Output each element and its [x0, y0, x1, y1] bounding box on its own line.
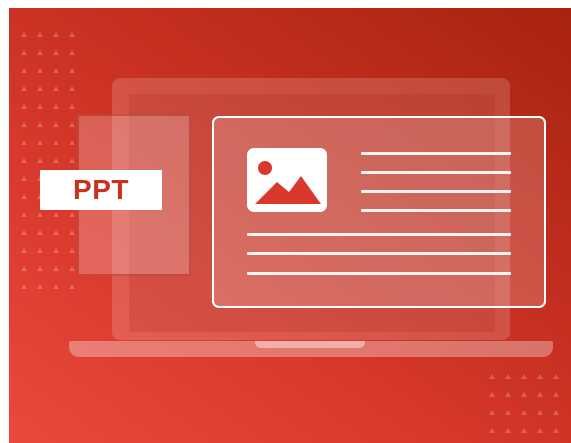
dot-mark — [69, 212, 75, 217]
text-line — [247, 272, 511, 275]
dot-mark — [69, 122, 75, 127]
dot-mark — [53, 248, 59, 253]
dot-mark — [489, 392, 495, 397]
dot-mark — [37, 266, 43, 271]
dot-mark — [537, 374, 543, 379]
dot-mark — [53, 230, 59, 235]
dot-mark — [53, 158, 59, 163]
text-line — [361, 171, 511, 174]
dot-mark — [69, 104, 75, 109]
dot-mark — [21, 68, 27, 73]
dot-mark — [505, 392, 511, 397]
dot-mark — [21, 176, 27, 181]
dot-mark — [53, 122, 59, 127]
dot-mark — [69, 86, 75, 91]
dot-mark — [53, 266, 59, 271]
dot-mark — [489, 374, 495, 379]
dot-mark — [69, 158, 75, 163]
dot-mark — [489, 410, 495, 415]
image-icon-graphic — [255, 161, 321, 204]
dot-mark — [21, 194, 27, 199]
dot-mark — [505, 410, 511, 415]
dot-mark — [37, 248, 43, 253]
document-card — [212, 116, 546, 308]
dot-mark — [553, 374, 559, 379]
dot-mark — [69, 248, 75, 253]
dot-mark — [69, 230, 75, 235]
dot-mark — [21, 50, 27, 55]
dot-mark — [69, 284, 75, 289]
dot-mark — [21, 212, 27, 217]
dot-mark — [21, 284, 27, 289]
dot-mark — [53, 140, 59, 145]
image-icon — [247, 148, 327, 212]
text-line — [247, 233, 511, 236]
dot-mark — [53, 50, 59, 55]
dot-mark — [53, 104, 59, 109]
dot-mark — [37, 212, 43, 217]
dot-mark — [521, 428, 527, 433]
dot-mark — [69, 266, 75, 271]
dot-mark — [37, 86, 43, 91]
image-icon-mountains — [255, 176, 321, 204]
dot-mark — [37, 158, 43, 163]
dot-mark — [53, 86, 59, 91]
dot-mark — [37, 32, 43, 37]
image-icon-sun — [258, 161, 272, 175]
text-line — [361, 152, 511, 155]
dot-mark — [505, 428, 511, 433]
dot-mark — [69, 50, 75, 55]
dot-mark — [553, 410, 559, 415]
text-line — [361, 190, 511, 193]
dot-mark — [21, 230, 27, 235]
dot-mark — [69, 140, 75, 145]
text-line — [361, 209, 511, 212]
dot-mark — [37, 50, 43, 55]
dot-mark — [53, 212, 59, 217]
dot-mark — [37, 140, 43, 145]
dot-mark — [553, 392, 559, 397]
dot-mark — [69, 68, 75, 73]
dot-mark — [489, 428, 495, 433]
dot-mark — [553, 428, 559, 433]
dot-mark — [537, 428, 543, 433]
dot-mark — [37, 230, 43, 235]
dot-mark — [53, 32, 59, 37]
dot-mark — [21, 104, 27, 109]
dot-mark — [21, 140, 27, 145]
illustration-canvas: PPT — [9, 8, 571, 443]
dot-mark — [37, 68, 43, 73]
text-line — [247, 252, 511, 255]
dot-mark — [537, 392, 543, 397]
dot-mark — [37, 284, 43, 289]
dot-mark — [21, 86, 27, 91]
dot-mark — [37, 104, 43, 109]
dot-mark — [69, 32, 75, 37]
laptop-notch — [255, 341, 365, 348]
dot-mark — [537, 410, 543, 415]
dot-mark — [37, 122, 43, 127]
dot-mark — [21, 248, 27, 253]
dot-mark — [21, 158, 27, 163]
dot-mark — [521, 410, 527, 415]
dot-mark — [521, 392, 527, 397]
dot-mark — [21, 266, 27, 271]
dot-mark — [21, 32, 27, 37]
dot-mark — [53, 284, 59, 289]
ppt-label: PPT — [40, 170, 162, 210]
dot-mark — [505, 374, 511, 379]
dot-mark — [53, 68, 59, 73]
dot-mark — [521, 374, 527, 379]
dot-mark — [21, 122, 27, 127]
